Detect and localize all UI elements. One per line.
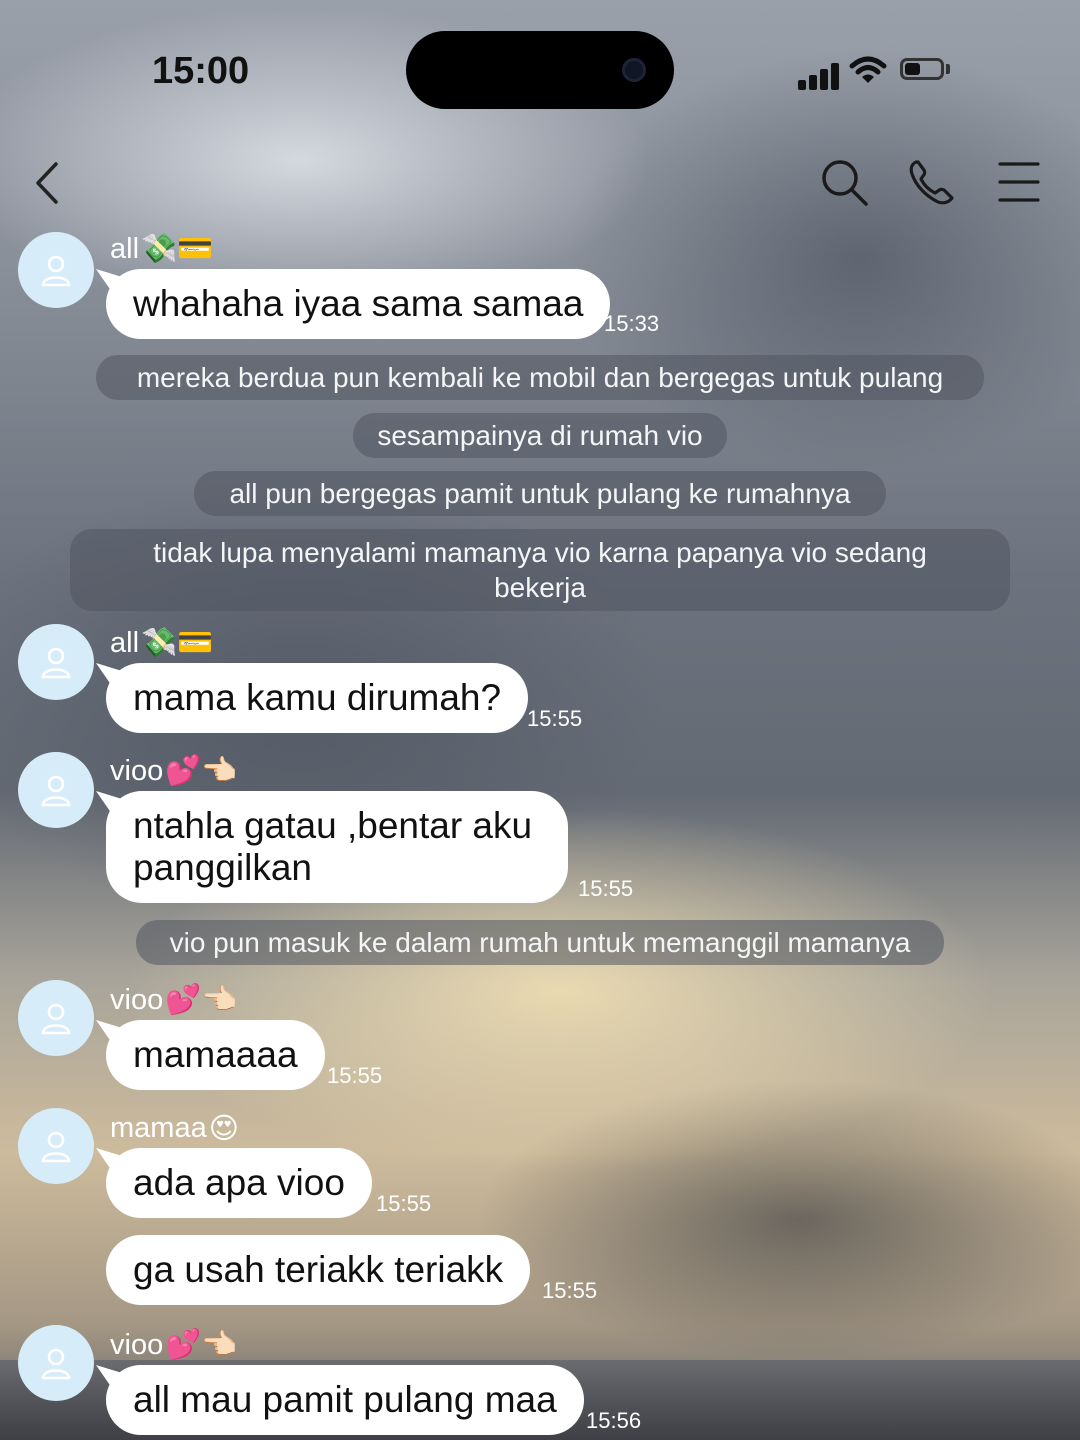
message-text: ga usah teriakk teriakk — [133, 1249, 504, 1290]
hearts-pointing-emoji-icon: 💕👈🏻 — [165, 1329, 238, 1361]
money-card-emoji-icon: 💸💳 — [141, 627, 214, 659]
avatar[interactable] — [18, 624, 94, 700]
battery-icon — [900, 58, 944, 80]
user-icon — [41, 1131, 71, 1163]
message-time: 15:55 — [527, 706, 583, 731]
narration-text: sesampainya di rumah vio — [353, 413, 727, 458]
user-icon — [41, 255, 71, 287]
hearts-pointing-emoji-icon: 💕👈🏻 — [165, 755, 238, 787]
message-time: 15:33 — [604, 311, 660, 336]
sender-name: vioo 💕👈🏻 — [110, 1328, 238, 1362]
message-time: 15:55 — [327, 1063, 383, 1088]
message-time: 15:55 — [542, 1278, 598, 1303]
wifi-icon — [849, 56, 887, 83]
narration-text: vio pun masuk ke dalam rumah untuk meman… — [136, 920, 944, 965]
message-bubble[interactable]: ntahla gatau ,bentar aku panggilkan — [96, 791, 568, 903]
message-text: all mau pamit pulang maa — [133, 1379, 557, 1420]
bubble-tail-icon — [96, 791, 122, 817]
bubble-tail-icon — [96, 1020, 122, 1046]
search-icon[interactable] — [818, 156, 870, 208]
avatar[interactable] — [18, 232, 94, 308]
bubble-tail-icon — [96, 1365, 122, 1391]
message-text: ntahla gatau ,bentar aku panggilkan — [133, 805, 533, 888]
message-time: 15:55 — [376, 1191, 432, 1216]
sender-name: mamaa 😍 — [110, 1112, 239, 1145]
heart-eyes-emoji-icon: 😍 — [208, 1113, 239, 1145]
status-time: 15:00 — [152, 50, 250, 92]
avatar[interactable] — [18, 752, 94, 828]
dynamic-island — [406, 31, 674, 109]
hearts-pointing-emoji-icon: 💕👈🏻 — [165, 984, 238, 1016]
message-bubble[interactable]: whahaha iyaa sama samaa — [96, 269, 611, 339]
avatar[interactable] — [18, 1325, 94, 1401]
bubble-tail-icon — [96, 269, 122, 295]
message-text: whahaha iyaa sama samaa — [133, 283, 584, 324]
user-icon — [41, 775, 71, 807]
user-icon — [41, 1003, 71, 1035]
user-icon — [41, 1348, 71, 1380]
message-bubble[interactable]: mamaaaa — [96, 1020, 325, 1090]
bubble-tail-icon — [96, 663, 122, 689]
money-card-emoji-icon: 💸💳 — [141, 233, 214, 265]
user-icon — [41, 647, 71, 679]
phone-icon[interactable] — [906, 156, 958, 208]
narration-text: all pun bergegas pamit untuk pulang ke r… — [194, 471, 886, 516]
message-bubble[interactable]: mama kamu dirumah? — [96, 663, 529, 733]
sender-name: vioo 💕👈🏻 — [110, 983, 238, 1017]
menu-icon[interactable] — [994, 156, 1046, 208]
chat-screen: 15:00 all 💸💳 whahaha iyaa sama samaa 15:… — [0, 0, 1080, 1440]
battery-nub — [946, 64, 950, 74]
sender-name: all 💸💳 — [110, 626, 214, 660]
avatar[interactable] — [18, 980, 94, 1056]
battery-level — [905, 63, 920, 75]
message-bubble[interactable]: ga usah teriakk teriakk — [106, 1235, 531, 1305]
sender-name: all 💸💳 — [110, 232, 214, 266]
back-chevron-icon[interactable] — [28, 158, 68, 208]
message-time: 15:55 — [578, 876, 634, 901]
sender-name: vioo 💕👈🏻 — [110, 754, 238, 788]
message-time: 15:56 — [586, 1408, 642, 1433]
narration-text: tidak lupa menyalami mamanya vio karna p… — [70, 529, 1010, 611]
avatar[interactable] — [18, 1108, 94, 1184]
message-text: mamaaaa — [133, 1034, 298, 1075]
message-text: ada apa vioo — [133, 1162, 345, 1203]
narration-text: mereka berdua pun kembali ke mobil dan b… — [96, 355, 984, 400]
bubble-tail-icon — [96, 1148, 122, 1174]
message-bubble[interactable]: ada apa vioo — [96, 1148, 372, 1218]
camera-icon — [622, 58, 646, 82]
message-text: mama kamu dirumah? — [133, 677, 502, 718]
message-bubble[interactable]: all mau pamit pulang maa — [96, 1365, 584, 1435]
